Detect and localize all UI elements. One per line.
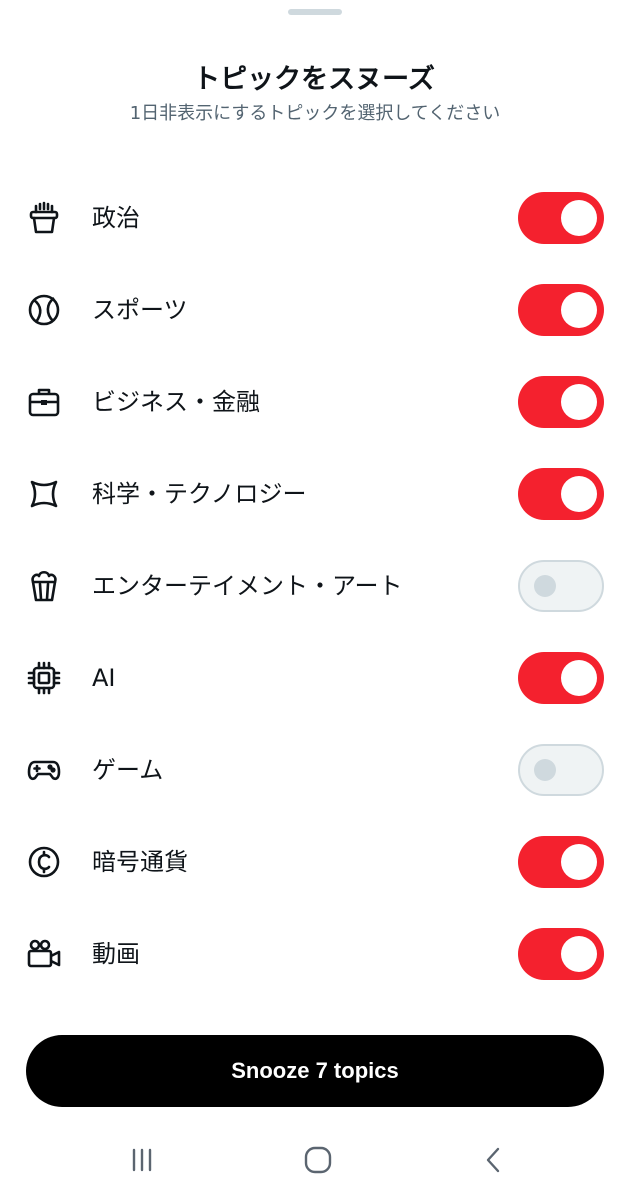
- recent-apps-icon: [124, 1142, 160, 1182]
- topic-toggle[interactable]: [518, 192, 604, 244]
- topic-row-video[interactable]: 動画: [0, 908, 628, 1000]
- video-camera-icon: [24, 936, 64, 972]
- toggle-knob: [561, 476, 597, 512]
- home-icon: [300, 1142, 336, 1182]
- sheet-grabber-handle[interactable]: [288, 9, 342, 15]
- atom-icon: [24, 476, 64, 512]
- topic-label: 科学・テクノロジー: [92, 480, 307, 508]
- coin-icon: [24, 844, 64, 880]
- topic-label: AI: [92, 664, 116, 692]
- topic-row-science[interactable]: 科学・テクノロジー: [0, 448, 628, 540]
- back-icon: [476, 1142, 512, 1182]
- chip-icon: [24, 660, 64, 696]
- toggle-knob: [561, 292, 597, 328]
- home-button[interactable]: [288, 1142, 348, 1182]
- topic-label: 政治: [92, 204, 140, 232]
- topic-row-politics[interactable]: 政治: [0, 172, 628, 264]
- topic-label: スポーツ: [92, 296, 188, 324]
- topic-toggle[interactable]: [518, 468, 604, 520]
- toggle-knob: [561, 384, 597, 420]
- topic-row-entertainment[interactable]: エンターテイメント・アート: [0, 540, 628, 632]
- back-button[interactable]: [464, 1142, 524, 1182]
- sheet-title: トピックをスヌーズ: [193, 64, 435, 95]
- tennis-ball-icon: [24, 292, 64, 328]
- toggle-knob: [534, 575, 556, 597]
- topic-row-games[interactable]: ゲーム: [0, 724, 628, 816]
- topic-label: 動画: [92, 940, 140, 968]
- topic-label: エンターテイメント・アート: [92, 572, 403, 600]
- topic-toggle[interactable]: [518, 376, 604, 428]
- topic-toggle[interactable]: [518, 652, 604, 704]
- podium-icon: [24, 200, 64, 236]
- topic-row-ai[interactable]: AI: [0, 632, 628, 724]
- toggle-knob: [534, 759, 556, 781]
- topic-toggle[interactable]: [518, 284, 604, 336]
- briefcase-icon: [24, 384, 64, 420]
- toggle-knob: [561, 200, 597, 236]
- toggle-knob: [561, 936, 597, 972]
- gamepad-icon: [24, 752, 64, 788]
- topic-label: 暗号通貨: [92, 848, 188, 876]
- topic-row-crypto[interactable]: 暗号通貨: [0, 816, 628, 908]
- topic-row-business[interactable]: ビジネス・金融: [0, 356, 628, 448]
- topic-row-sports[interactable]: スポーツ: [0, 264, 628, 356]
- system-navigation-bar: [0, 1130, 628, 1200]
- bottom-sheet: トピックをスヌーズ 1日非表示にするトピックを選択してください 政治 スポーツ: [0, 0, 628, 1200]
- topic-toggle[interactable]: [518, 560, 604, 612]
- sheet-subtitle: 1日非表示にするトピックを選択してください: [129, 103, 501, 124]
- topic-toggle[interactable]: [518, 744, 604, 796]
- toggle-knob: [561, 660, 597, 696]
- topic-label: ゲーム: [92, 756, 164, 784]
- toggle-knob: [561, 844, 597, 880]
- popcorn-icon: [24, 568, 64, 604]
- recent-apps-button[interactable]: [112, 1142, 172, 1182]
- topic-toggle[interactable]: [518, 836, 604, 888]
- snooze-topics-button[interactable]: Snooze 7 topics: [26, 1035, 604, 1107]
- topic-toggle[interactable]: [518, 928, 604, 980]
- topic-label: ビジネス・金融: [92, 388, 260, 416]
